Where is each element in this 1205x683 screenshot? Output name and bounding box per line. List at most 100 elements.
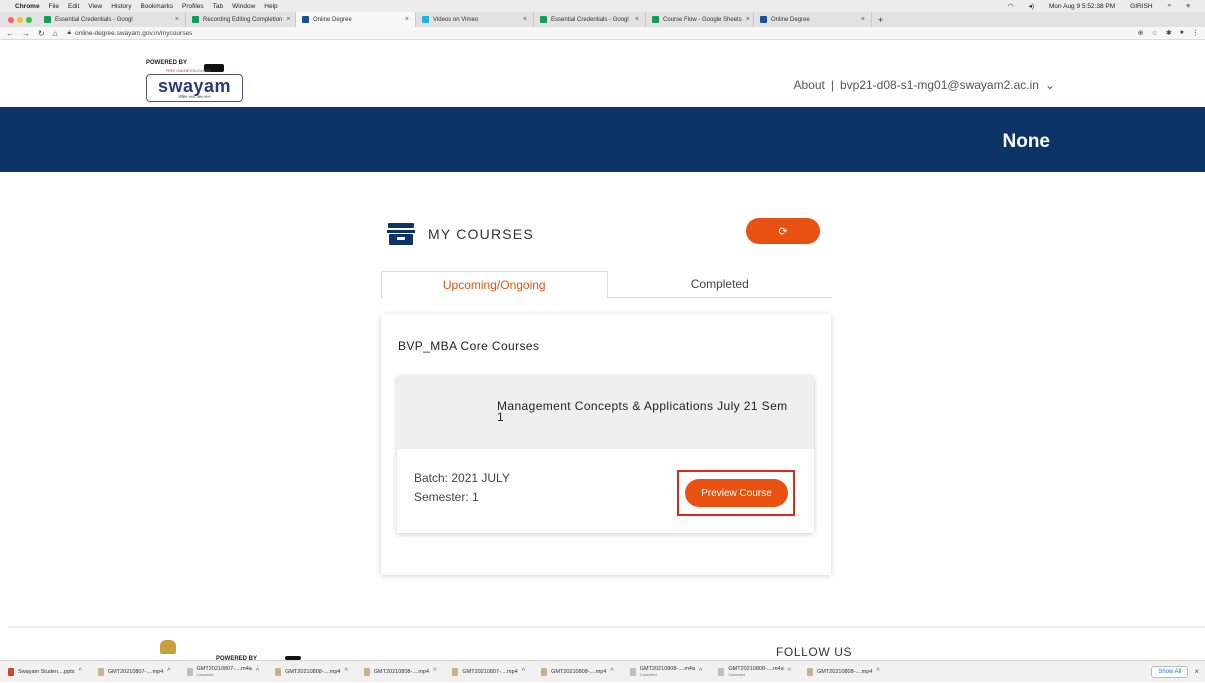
show-all-button[interactable]: Show All <box>1151 665 1189 678</box>
logo-box: swayam शिक्षित भारत, उन्नत भारत <box>146 74 243 102</box>
download-name: GMT20210808-....mp4 <box>373 668 430 675</box>
site-footer: POWERED BY FOLLOW US <box>0 628 1205 662</box>
new-tab-button[interactable]: + <box>872 15 889 25</box>
video-file-icon <box>541 667 548 676</box>
course-meta: Batch: 2021 JULY Semester: 1 <box>414 469 510 507</box>
download-item[interactable]: GMT20210807-....mp4 ^ <box>90 661 179 683</box>
menu-file[interactable]: File <box>49 3 59 10</box>
close-tab-icon[interactable]: × <box>523 16 527 23</box>
browser-tab-strip: Essential Credentials - Googl × Recording… <box>0 12 1205 27</box>
menu-bookmarks[interactable]: Bookmarks <box>140 3 173 10</box>
download-item[interactable]: GMT20210808-....m4a Canceled ^ <box>710 661 799 683</box>
chevron-down-icon[interactable]: ⌄ <box>1045 78 1055 92</box>
close-downloads-icon[interactable]: × <box>1194 667 1199 676</box>
about-link[interactable]: About <box>794 78 825 92</box>
close-tab-icon[interactable]: × <box>861 16 865 23</box>
clock[interactable]: Mon Aug 9 5:52:38 PM <box>1049 3 1115 10</box>
volume-icon[interactable]: ◂) <box>1029 2 1034 10</box>
download-text: GMT20210808-....m4a Canceled <box>728 666 783 677</box>
site-header: POWERED BY FREE ONLINE EDUCATION swayam … <box>0 40 1205 107</box>
download-item[interactable]: GMT20210808-....m4a Canceled ^ <box>622 661 711 683</box>
download-name: GMT20210807-....mp4 <box>107 668 164 675</box>
menu-app-name[interactable]: Chrome <box>15 3 40 10</box>
chevron-up-icon[interactable]: ^ <box>610 668 613 675</box>
back-icon[interactable]: ← <box>6 29 14 38</box>
menu-window[interactable]: Window <box>232 3 255 10</box>
course-card-header: Management Concepts & Applications July … <box>397 376 814 449</box>
chevron-up-icon[interactable]: ^ <box>79 668 82 675</box>
chevron-up-icon[interactable]: ^ <box>522 668 525 675</box>
download-item[interactable]: GMT20210808-....mp4 ^ <box>533 661 622 683</box>
chevron-up-icon[interactable]: ^ <box>344 668 347 675</box>
forward-icon[interactable]: → <box>22 29 30 38</box>
swayam-logo[interactable]: POWERED BY FREE ONLINE EDUCATION swayam … <box>146 60 244 104</box>
zoom-icon[interactable]: ⊕ <box>1138 29 1144 37</box>
tab-completed[interactable]: Completed <box>607 271 832 298</box>
close-tab-icon[interactable]: × <box>746 16 750 23</box>
close-tab-icon[interactable]: × <box>286 16 290 23</box>
mac-menu-bar: Chrome File Edit View History Bookmarks … <box>0 0 1205 12</box>
download-text: GMT20210808-....m4a Canceled <box>640 666 695 677</box>
refresh-icon: ⟳ <box>778 225 788 238</box>
download-item[interactable]: GMT20210808-....mp4 ^ <box>799 661 888 683</box>
minimize-window-button[interactable] <box>17 16 23 23</box>
chevron-up-icon[interactable]: ^ <box>433 668 436 675</box>
close-tab-icon[interactable]: × <box>175 16 179 23</box>
home-icon[interactable]: ⌂ <box>53 29 58 38</box>
download-name: GMT20210808-....mp4 <box>285 668 341 675</box>
menu-profiles[interactable]: Profiles <box>182 3 204 10</box>
download-item[interactable]: GMT20210807-....mp4 ^ <box>444 661 533 683</box>
tab-label: Essential Credentials - Googl <box>55 16 133 23</box>
chevron-up-icon[interactable]: ^ <box>699 668 702 675</box>
refresh-button[interactable]: ⟳ <box>746 218 820 244</box>
zoom-window-button[interactable] <box>26 16 32 23</box>
menu-edit[interactable]: Edit <box>68 3 79 10</box>
more-menu-icon[interactable]: ⋮ <box>1192 29 1199 37</box>
program-title: BVP_MBA Core Courses <box>398 339 540 353</box>
browser-tab-7[interactable]: Online Degree × <box>754 12 872 27</box>
control-center-icon[interactable]: ≡ <box>1186 3 1190 10</box>
download-item[interactable]: GMT20210808-....mp4 ^ <box>267 661 356 683</box>
tab-upcoming-ongoing[interactable]: Upcoming/Ongoing <box>381 271 608 298</box>
download-item[interactable]: GMT20210807-....m4a Canceled ^ <box>179 661 268 683</box>
reload-icon[interactable]: ↻ <box>38 29 45 38</box>
national-emblem-icon <box>160 640 176 654</box>
close-tab-icon[interactable]: × <box>405 16 409 23</box>
browser-tab-2[interactable]: Recording Editing Completion × <box>186 12 296 27</box>
close-window-button[interactable] <box>8 16 14 23</box>
my-courses-heading: MY COURSES <box>386 222 534 246</box>
chevron-up-icon[interactable]: ^ <box>256 668 259 675</box>
menu-view[interactable]: View <box>88 3 102 10</box>
profile-icon[interactable]: ● <box>1180 29 1184 37</box>
browser-tab-4[interactable]: Videos on Vimeo × <box>416 12 534 27</box>
chevron-up-icon[interactable]: ^ <box>876 668 879 675</box>
sheets-icon <box>652 16 659 23</box>
search-icon[interactable]: ⌕ <box>1168 2 1172 10</box>
free-education-label: FREE ONLINE EDUCATION <box>166 69 211 73</box>
menu-history[interactable]: History <box>111 3 131 10</box>
download-item[interactable]: GMT20210808-....mp4 ^ <box>356 661 445 683</box>
account-dropdown[interactable]: bvp21-d08-s1-mg01@swayam2.ac.in <box>840 78 1039 92</box>
browser-tab-5[interactable]: Essential Credentials - Googl × <box>534 12 646 27</box>
chevron-up-icon[interactable]: ^ <box>167 668 170 675</box>
wifi-icon[interactable]: ◠ <box>1008 2 1014 10</box>
chevron-up-icon[interactable]: ^ <box>788 668 791 675</box>
download-item[interactable]: Swayam Studen....pptx ^ <box>0 661 90 683</box>
menu-help[interactable]: Help <box>264 3 277 10</box>
browser-tab-6[interactable]: Course Flow - Google Sheets × <box>646 12 754 27</box>
browser-tab-1[interactable]: Essential Credentials - Googl × <box>38 12 186 27</box>
bookmark-star-icon[interactable]: ☆ <box>1152 29 1158 37</box>
vimeo-icon <box>422 16 429 23</box>
menu-tab[interactable]: Tab <box>213 3 223 10</box>
course-card[interactable]: Management Concepts & Applications July … <box>397 376 814 533</box>
logo-brand-text: swayam <box>157 75 232 96</box>
extensions-icon[interactable]: ✱ <box>1166 29 1172 37</box>
close-tab-icon[interactable]: × <box>635 16 639 23</box>
banner-title: None <box>1002 131 1051 152</box>
browser-tab-3[interactable]: Online Degree × <box>296 12 416 27</box>
url-field[interactable]: 🔒︎ online-degree.swayam.gov.in/mycourses <box>68 29 193 37</box>
user-name[interactable]: GIRISH <box>1130 3 1152 10</box>
audio-file-icon <box>718 667 725 676</box>
preview-course-button[interactable]: Preview Course <box>685 479 788 507</box>
tab-label: Online Degree <box>771 16 810 23</box>
